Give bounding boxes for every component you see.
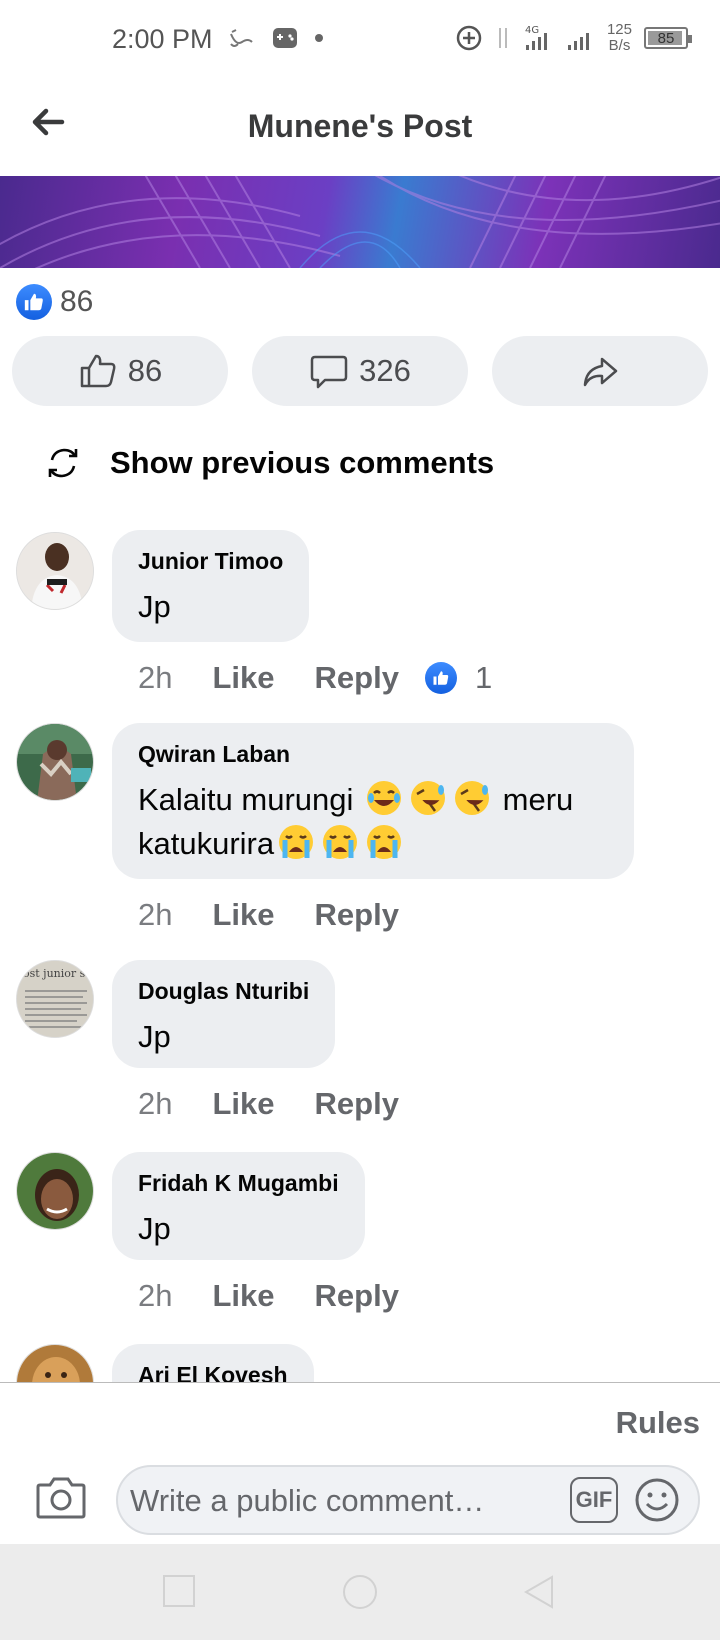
comment-bubble[interactable]: Ari El Kovesh: [112, 1344, 314, 1382]
avatar[interactable]: [16, 1152, 94, 1230]
comment-time: 2h: [138, 1086, 173, 1121]
like-button[interactable]: 86: [12, 336, 228, 406]
dot-icon: [315, 34, 323, 42]
square-icon: [163, 1575, 195, 1607]
avatar[interactable]: [16, 1344, 94, 1382]
camera-button[interactable]: [36, 1475, 86, 1524]
comment-author[interactable]: Douglas Nturibi: [138, 978, 309, 1005]
svg-text:ost junior secondary: ost junior secondary: [23, 967, 94, 980]
like-comment-button[interactable]: Like: [212, 1086, 274, 1122]
post-image[interactable]: [0, 176, 720, 268]
comment-count: 326: [359, 353, 411, 388]
comment-meta: 2h Like Reply 1: [138, 660, 492, 696]
comment-button[interactable]: 326: [252, 336, 468, 406]
comment-author[interactable]: Fridah K Mugambi: [138, 1170, 339, 1197]
comment-text: Jp: [138, 1019, 171, 1054]
comment-author[interactable]: Ari El Kovesh: [138, 1362, 288, 1382]
camera-icon: [36, 1477, 86, 1519]
comment-time: 2h: [138, 897, 173, 932]
battery-icon: 85: [644, 27, 692, 49]
signal-4g-icon: 4G: [525, 25, 547, 50]
status-bar: 2:00 PM 4G 125 B/s 85: [0, 0, 720, 80]
comment-bubble[interactable]: Douglas Nturibi Jp: [112, 960, 336, 1068]
leaf-pattern: [0, 176, 720, 268]
status-time: 2:00 PM: [112, 24, 213, 54]
comment-time: 2h: [138, 660, 173, 695]
comment-icon: [310, 355, 348, 389]
rolling-laughing-emoji-icon: [455, 781, 490, 815]
comment-meta: 2h Like Reply: [138, 1086, 399, 1122]
smiley-icon: [635, 1478, 679, 1522]
comment-bubble[interactable]: Junior Timoo Jp: [112, 530, 310, 642]
data-transfer-icon: [498, 28, 507, 48]
like-comment-button[interactable]: Like: [212, 1278, 274, 1314]
page-title: Munene's Post: [247, 108, 473, 144]
tears-of-joy-emoji-icon: [367, 781, 402, 815]
reaction-summary[interactable]: 86: [16, 284, 93, 320]
avatar[interactable]: [16, 723, 94, 801]
comment-list: Junior Timoo Jp 2h Like Reply 1 Qwiran L…: [0, 530, 720, 1382]
reply-button[interactable]: Reply: [315, 1278, 399, 1314]
comment-bubble[interactable]: Qwiran Laban Kalaitu murungi meru katuku…: [112, 723, 634, 879]
gif-button[interactable]: GIF: [570, 1477, 618, 1523]
comment-meta: 2h Like Reply: [138, 1278, 399, 1314]
home-button[interactable]: [342, 1574, 378, 1615]
status-system-icons: 4G 125 B/s 85: [455, 21, 692, 54]
recent-apps-button[interactable]: [162, 1574, 196, 1613]
comment-text: Jp: [138, 1211, 171, 1246]
crying-face-emoji-icon: [279, 825, 314, 859]
net-speed: 125 B/s: [606, 21, 632, 54]
share-button[interactable]: [492, 336, 708, 406]
comment-reactions[interactable]: 1: [424, 660, 493, 696]
triangle-back-icon: [523, 1575, 553, 1609]
crying-face-emoji-icon: [323, 825, 358, 859]
signal-icon: [567, 33, 589, 50]
like-comment-button[interactable]: Like: [212, 660, 274, 696]
emoji-button[interactable]: [634, 1477, 680, 1523]
like-count: 86: [127, 353, 163, 388]
page-header: Munene's Post: [0, 80, 720, 176]
avatar[interactable]: ost junior secondary: [16, 960, 94, 1038]
svg-text:4G: 4G: [525, 25, 539, 36]
share-icon: [583, 357, 618, 387]
avatar[interactable]: [16, 532, 94, 610]
notification-app-icon: [230, 29, 253, 47]
system-nav-bar: [0, 1544, 720, 1640]
comment-composer: Rules GIF: [0, 1382, 720, 1544]
comment-text: Jp: [138, 589, 171, 624]
like-comment-button[interactable]: Like: [212, 897, 274, 933]
reply-button[interactable]: Reply: [315, 1086, 399, 1122]
comment-author[interactable]: Qwiran Laban: [138, 741, 608, 768]
game-controller-icon: [273, 28, 297, 48]
reply-button[interactable]: Reply: [315, 897, 399, 933]
show-previous-comments[interactable]: Show previous comments: [44, 444, 494, 482]
data-saver-icon: [456, 25, 482, 51]
comment-bubble[interactable]: Fridah K Mugambi Jp: [112, 1152, 365, 1260]
crying-face-emoji-icon: [367, 825, 402, 859]
comment-reaction-count: 1: [474, 660, 493, 695]
like-reaction-icon: [424, 662, 457, 694]
thumbs-up-icon: [80, 354, 116, 388]
rolling-laughing-emoji-icon: [411, 781, 446, 815]
comment-time: 2h: [138, 1278, 173, 1313]
refresh-icon: [48, 448, 78, 478]
circle-icon: [343, 1575, 377, 1609]
reply-button[interactable]: Reply: [315, 660, 399, 696]
comment-text: Kalaitu murungi meru katukurira: [138, 778, 608, 866]
like-reaction-icon: [16, 284, 52, 320]
back-nav-button[interactable]: [522, 1574, 556, 1615]
status-notification-icons: [228, 26, 324, 50]
reaction-count: 86: [60, 285, 94, 318]
comment-author[interactable]: Junior Timoo: [138, 548, 283, 575]
post-actions: 86 326: [12, 336, 708, 406]
comment-input[interactable]: [130, 1477, 530, 1525]
comment-meta: 2h Like Reply: [138, 897, 399, 933]
rules-link[interactable]: Rules: [616, 1405, 700, 1441]
comment-input-field[interactable]: GIF: [116, 1465, 700, 1535]
